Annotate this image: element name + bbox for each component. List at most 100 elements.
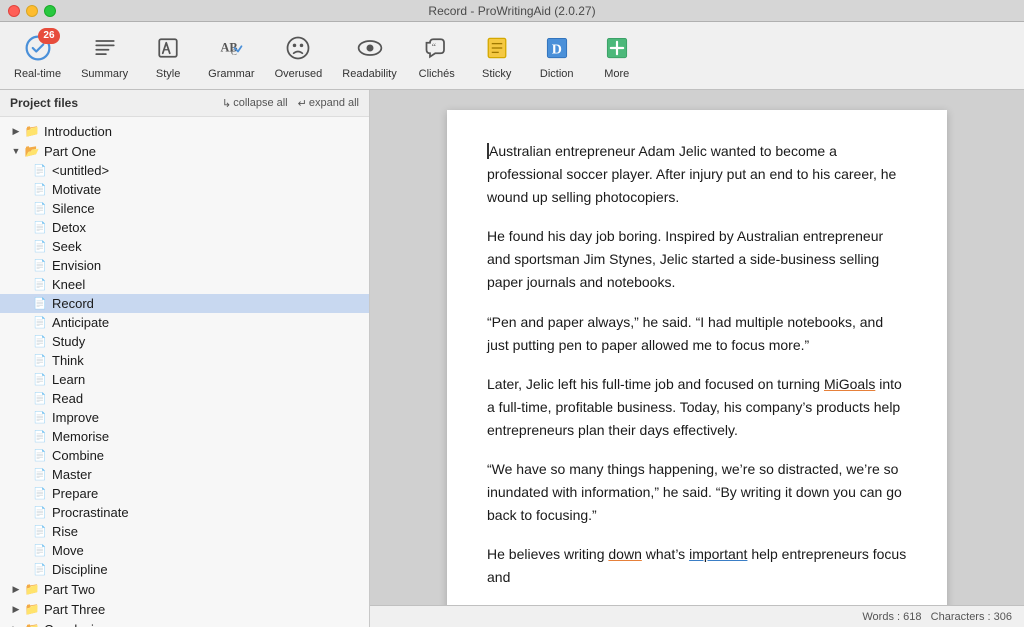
sidebar: Project files ↳ collapse all ↵ expand al…	[0, 90, 370, 627]
collapse-all-button[interactable]: ↳ collapse all	[222, 97, 288, 110]
toggle-icon: ▼	[8, 143, 24, 159]
sidebar-item-think[interactable]: 📄 Think	[0, 351, 369, 370]
diction-button[interactable]: D Diction	[527, 22, 587, 89]
doc-icon: 📄	[32, 487, 48, 501]
sidebar-item-silence[interactable]: 📄 Silence	[0, 199, 369, 218]
sidebar-item-anticipate[interactable]: 📄 Anticipate	[0, 313, 369, 332]
sidebar-item-procrastinate[interactable]: 📄 Procrastinate	[0, 503, 369, 522]
tree-item-label: <untitled>	[52, 163, 109, 178]
grammar-icon-area: AB C	[215, 32, 247, 64]
sidebar-item-rise[interactable]: 📄 Rise	[0, 522, 369, 541]
paragraph-3: “Pen and paper always,” he said. “I had …	[487, 311, 907, 357]
tree-item-label: Envision	[52, 258, 101, 273]
doc-icon: 📄	[32, 183, 48, 197]
more-icon-area	[601, 32, 633, 64]
doc-icon: 📄	[32, 563, 48, 577]
readability-button[interactable]: Readability	[332, 22, 406, 89]
tree-item-label: Anticipate	[52, 315, 109, 330]
important-underline: important	[689, 546, 747, 562]
tree-item-label: Read	[52, 391, 83, 406]
sidebar-item-master[interactable]: 📄 Master	[0, 465, 369, 484]
sidebar-item-combine[interactable]: 📄 Combine	[0, 446, 369, 465]
sidebar-item-seek[interactable]: 📄 Seek	[0, 237, 369, 256]
overused-icon-area	[282, 32, 314, 64]
sidebar-item-motivate[interactable]: 📄 Motivate	[0, 180, 369, 199]
tree-item-label: Study	[52, 334, 85, 349]
expand-all-button[interactable]: ↵ expand all	[298, 97, 359, 110]
sidebar-item-untitled[interactable]: 📄 <untitled>	[0, 161, 369, 180]
diction-label: Diction	[540, 68, 574, 80]
editor-scroll[interactable]: Australian entrepreneur Adam Jelic wante…	[370, 90, 1024, 605]
traffic-lights	[8, 5, 56, 17]
folder-icon: 📁	[24, 602, 40, 616]
tree-item-label: Silence	[52, 201, 95, 216]
doc-icon: 📄	[32, 506, 48, 520]
toggle-icon: ▶	[8, 123, 24, 139]
style-button[interactable]: Style	[138, 22, 198, 89]
sidebar-item-learn[interactable]: 📄 Learn	[0, 370, 369, 389]
sidebar-item-part-three[interactable]: ▶ 📁 Part Three	[0, 599, 369, 619]
style-label: Style	[156, 68, 180, 80]
paragraph-4: Later, Jelic left his full-time job and …	[487, 373, 907, 442]
editor-page[interactable]: Australian entrepreneur Adam Jelic wante…	[447, 110, 947, 605]
tree-item-label: Move	[52, 543, 84, 558]
tree-item-label: Conclusion	[44, 622, 108, 627]
main-area: Project files ↳ collapse all ↵ expand al…	[0, 90, 1024, 627]
sticky-label: Sticky	[482, 68, 511, 80]
sidebar-item-part-one[interactable]: ▼ 📂 Part One	[0, 141, 369, 161]
doc-icon: 📄	[32, 411, 48, 425]
sidebar-item-move[interactable]: 📄 Move	[0, 541, 369, 560]
tree-item-label: Part Two	[44, 582, 95, 597]
sticky-button[interactable]: Sticky	[467, 22, 527, 89]
minimize-button[interactable]	[26, 5, 38, 17]
close-button[interactable]	[8, 5, 20, 17]
toggle-icon: ▶	[8, 621, 24, 627]
paragraph-5: “We have so many things happening, we’re…	[487, 458, 907, 527]
summary-label: Summary	[81, 68, 128, 80]
cliches-label: Clichés	[419, 68, 455, 80]
sidebar-item-prepare[interactable]: 📄 Prepare	[0, 484, 369, 503]
tree-item-label: Record	[52, 296, 94, 311]
tree-item-label: Combine	[52, 448, 104, 463]
tree-item-label: Rise	[52, 524, 78, 539]
sidebar-item-conclusion[interactable]: ▶ 📁 Conclusion	[0, 619, 369, 627]
paragraph-1: Australian entrepreneur Adam Jelic wante…	[487, 140, 907, 209]
sidebar-item-kneel[interactable]: 📄 Kneel	[0, 275, 369, 294]
sidebar-item-envision[interactable]: 📄 Envision	[0, 256, 369, 275]
tree-item-label: Kneel	[52, 277, 85, 292]
editor-area: Australian entrepreneur Adam Jelic wante…	[370, 90, 1024, 627]
sidebar-item-introduction[interactable]: ▶ 📁 Introduction	[0, 121, 369, 141]
migoals-link: MiGoals	[824, 376, 875, 392]
grammar-button[interactable]: AB C Grammar	[198, 22, 264, 89]
readability-label: Readability	[342, 68, 396, 80]
toggle-icon: ▶	[8, 601, 24, 617]
maximize-button[interactable]	[44, 5, 56, 17]
tree-item-label: Procrastinate	[52, 505, 129, 520]
tree-item-label: Discipline	[52, 562, 108, 577]
sidebar-item-memorise[interactable]: 📄 Memorise	[0, 427, 369, 446]
sidebar-item-discipline[interactable]: 📄 Discipline	[0, 560, 369, 579]
doc-icon: 📄	[32, 278, 48, 292]
sidebar-item-read[interactable]: 📄 Read	[0, 389, 369, 408]
more-button[interactable]: More	[587, 22, 647, 89]
tree-item-label: Seek	[52, 239, 82, 254]
sidebar-item-record[interactable]: 📄 Record	[0, 294, 369, 313]
summary-button[interactable]: Summary	[71, 22, 138, 89]
sidebar-item-detox[interactable]: 📄 Detox	[0, 218, 369, 237]
doc-icon: 📄	[32, 316, 48, 330]
real-time-button[interactable]: 26 Real-time	[4, 22, 71, 89]
sidebar-item-improve[interactable]: 📄 Improve	[0, 408, 369, 427]
doc-pink-icon: 📄	[32, 544, 48, 558]
more-label: More	[604, 68, 629, 80]
overused-button[interactable]: Overused	[265, 22, 333, 89]
sidebar-item-study[interactable]: 📄 Study	[0, 332, 369, 351]
cliches-icon-area: “	[421, 32, 453, 64]
tree-item-label: Motivate	[52, 182, 101, 197]
toggle-icon: ▶	[8, 581, 24, 597]
tree-item-label: Part One	[44, 144, 96, 159]
cliches-button[interactable]: “ Clichés	[407, 22, 467, 89]
tree-item-label: Introduction	[44, 124, 112, 139]
sidebar-item-part-two[interactable]: ▶ 📁 Part Two	[0, 579, 369, 599]
down-underline: down	[608, 546, 641, 562]
title-bar: Record - ProWritingAid (2.0.27)	[0, 0, 1024, 22]
